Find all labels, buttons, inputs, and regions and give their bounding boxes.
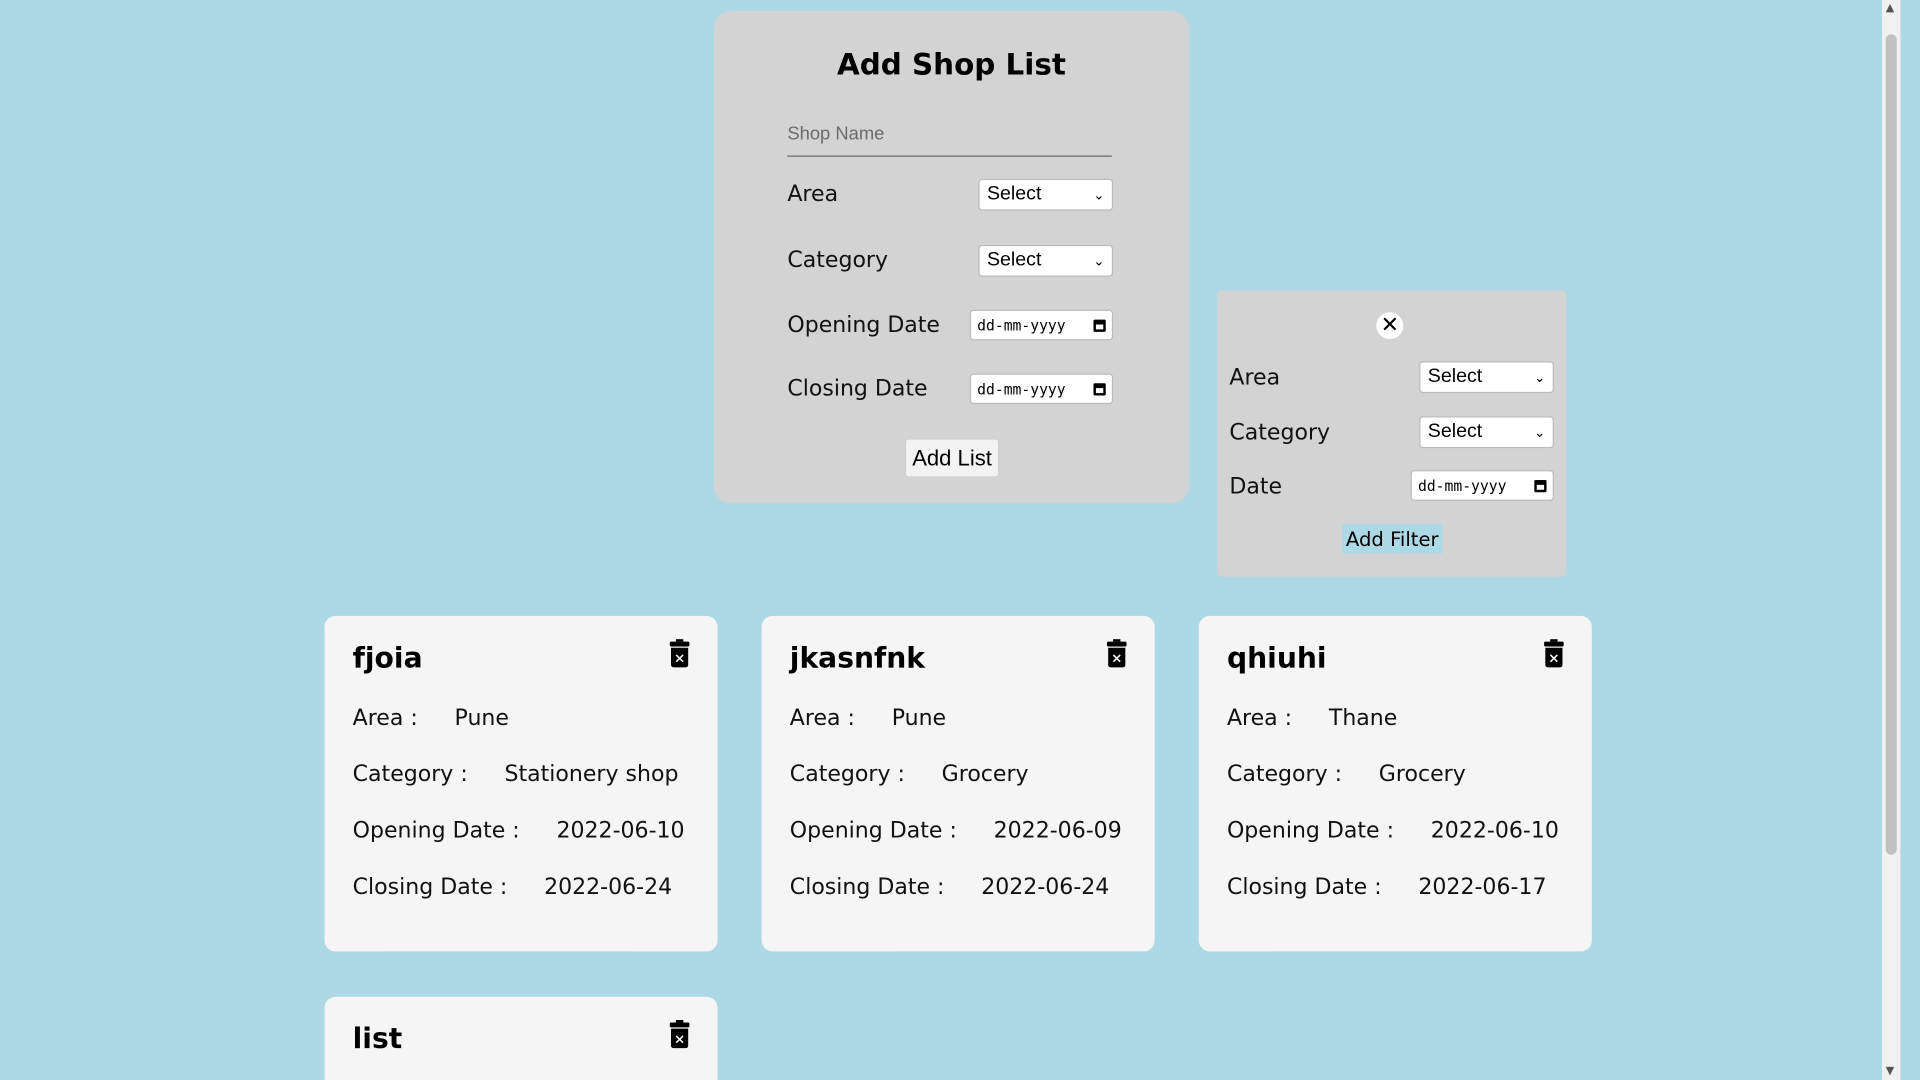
vertical-scrollbar[interactable]: ▲ ▼	[1882, 0, 1901, 1080]
field-label: Opening Date :	[352, 817, 520, 844]
category-select-value: Select	[986, 249, 1042, 271]
chevron-down-icon: ⌄	[1093, 187, 1105, 203]
filter-category-select[interactable]: Select ⌄	[1419, 416, 1554, 449]
filter-date-input[interactable]: dd-mm-yyyy	[1410, 470, 1554, 501]
area-row: Area : Pune	[353, 705, 509, 731]
field-label: Category :	[789, 761, 905, 788]
field-label: Category :	[1226, 761, 1343, 788]
calendar-icon[interactable]	[1093, 318, 1106, 332]
area-row: Area : Pune	[790, 705, 946, 731]
closing-date-row: Closing Date : 2022-06-24	[353, 874, 673, 900]
opening-date-input[interactable]: dd-mm-yyyy	[969, 309, 1114, 341]
calendar-icon[interactable]	[1093, 382, 1106, 395]
closing-date-value: dd-mm-yyyy	[977, 380, 1066, 398]
closing-date-value: 2022-06-24	[981, 874, 1110, 901]
opening-date-row: Opening Date : 2022-06-09	[790, 818, 1122, 844]
delete-icon[interactable]: ×	[669, 639, 690, 668]
area-select[interactable]: Select ⌄	[978, 178, 1114, 211]
area-value: Thane	[1328, 705, 1398, 732]
add-filter-button[interactable]: Add Filter	[1342, 524, 1443, 554]
closing-date-label: Closing Date	[787, 375, 928, 402]
opening-date-value: 2022-06-09	[993, 817, 1122, 844]
filter-date-label: Date	[1229, 473, 1283, 500]
shop-name-input[interactable]	[787, 111, 1112, 157]
filter-area-label: Area	[1229, 364, 1281, 391]
opening-date-value: 2022-06-10	[556, 817, 685, 844]
add-shop-form: Add Shop List Area Select ⌄ Category Sel…	[713, 11, 1189, 504]
category-select[interactable]: Select ⌄	[978, 244, 1114, 277]
add-list-button[interactable]: Add List	[904, 438, 1000, 478]
area-value: Pune	[891, 705, 947, 732]
field-label: Closing Date :	[352, 874, 508, 901]
closing-date-row: Closing Date : 2022-06-24	[790, 874, 1110, 900]
category-row: Category : Stationery shop	[353, 762, 679, 788]
field-label: Opening Date :	[1226, 817, 1395, 844]
closing-date-value: 2022-06-17	[1418, 874, 1547, 901]
shop-name: qhiuhi	[1226, 642, 1327, 675]
chevron-down-icon: ⌄	[1534, 370, 1546, 386]
field-label: Category :	[352, 761, 468, 788]
opening-date-row: Opening Date : 2022-06-10	[353, 818, 685, 844]
shop-name: fjoia	[352, 642, 423, 675]
category-value: Grocery	[941, 761, 1029, 788]
scrollbar-thumb[interactable]	[1885, 34, 1897, 855]
delete-icon[interactable]: ×	[669, 1020, 690, 1049]
filter-area-select[interactable]: Select ⌄	[1419, 361, 1554, 394]
area-row: Area : Thane	[1227, 705, 1397, 731]
closing-date-input[interactable]: dd-mm-yyyy	[969, 373, 1114, 405]
chevron-down-icon: ⌄	[1534, 425, 1546, 441]
closing-date-value: 2022-06-24	[544, 874, 673, 901]
opening-date-value: 2022-06-10	[1430, 817, 1559, 844]
opening-date-label: Opening Date	[787, 312, 940, 338]
area-select-value: Select	[986, 183, 1042, 205]
form-title: Add Shop List	[836, 47, 1066, 83]
shop-card: jkasnfnk × Area : Pune Category : Grocery …	[761, 615, 1155, 952]
field-label: Opening Date :	[789, 817, 957, 844]
filter-category-label: Category	[1229, 420, 1331, 446]
scroll-up-icon[interactable]: ▲	[1886, 2, 1894, 14]
scroll-down-icon[interactable]: ▼	[1886, 1065, 1894, 1077]
delete-icon[interactable]: ×	[1106, 639, 1127, 668]
area-value: Pune	[454, 705, 509, 732]
field-label: Closing Date :	[1226, 874, 1382, 901]
category-label: Category	[787, 247, 889, 274]
category-value: Stationery shop	[504, 761, 679, 788]
page: Add Shop List Area Select ⌄ Category Sel…	[0, 0, 1901, 1080]
category-value: Grocery	[1378, 761, 1466, 788]
category-row: Category : Grocery	[790, 762, 1029, 788]
delete-icon[interactable]: ×	[1544, 639, 1564, 668]
close-icon[interactable]: ✕	[1376, 312, 1404, 340]
closing-date-row: Closing Date : 2022-06-17	[1227, 874, 1547, 900]
field-label: Area :	[789, 705, 855, 732]
field-label: Closing Date :	[789, 874, 945, 901]
chevron-down-icon: ⌄	[1093, 254, 1105, 269]
category-row: Category : Grocery	[1227, 762, 1466, 788]
area-label: Area	[787, 181, 839, 207]
shop-card: fjoia × Area : Pune Category : Stationery …	[324, 615, 718, 952]
shop-name: list	[352, 1023, 403, 1056]
field-label: Area :	[1226, 705, 1293, 732]
shop-name: jkasnfnk	[789, 642, 926, 675]
calendar-icon[interactable]	[1534, 479, 1547, 492]
filter-area-value: Select	[1427, 366, 1483, 387]
opening-date-row: Opening Date : 2022-06-10	[1227, 818, 1559, 844]
shop-card: list ×	[324, 996, 718, 1080]
filter-date-value: dd-mm-yyyy	[1417, 476, 1507, 495]
shop-card: qhiuhi × Area : Thane Category : Grocery O…	[1198, 615, 1592, 952]
field-label: Area :	[352, 705, 418, 732]
filter-panel: ✕ Area Select ⌄ Category Select ⌄ Date d…	[1217, 290, 1567, 577]
filter-category-value: Select	[1427, 421, 1483, 443]
opening-date-value: dd-mm-yyyy	[977, 316, 1066, 334]
